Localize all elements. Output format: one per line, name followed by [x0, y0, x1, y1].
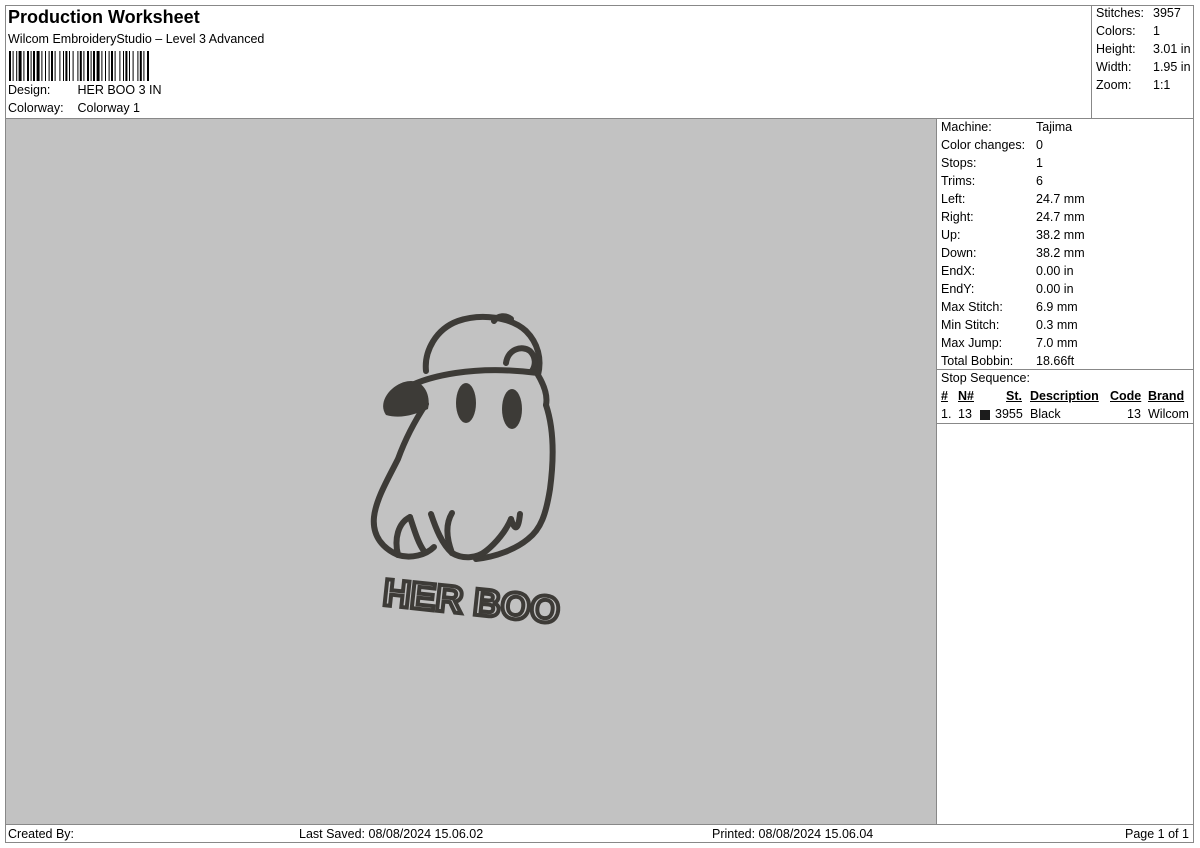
colorway-row: Colorway: Colorway 1 [8, 101, 140, 115]
design-row: Design: HER BOO 3 IN [8, 83, 162, 97]
machine-row: Color changes: 0 [941, 138, 1043, 152]
summary-row-width: Width: 1.95 in [1096, 60, 1191, 74]
machine-row: Total Bobbin: 18.66ft [941, 354, 1075, 368]
summary-row-zoom: Zoom: 1:1 [1096, 78, 1171, 92]
cap-brim [383, 381, 429, 417]
her-boo-text-left: HER BOO [381, 572, 562, 632]
thread-color-swatch [980, 410, 990, 420]
stop-sequence-header: # N# St. Description Code Brand [941, 389, 1185, 403]
machine-row: Max Jump: 7.0 mm [941, 336, 1078, 350]
printed-date: Printed: 08/08/2024 15.06.04 [712, 827, 874, 841]
ghost-right-eye [502, 389, 522, 429]
ghost-embroidery-artwork: HER BOO [370, 313, 564, 634]
summary-row-height: Height: 3.01 in [1096, 42, 1191, 56]
machine-row: EndY: 0.00 in [941, 282, 1074, 296]
barcode [9, 51, 149, 81]
software-subtitle: Wilcom EmbroideryStudio – Level 3 Advanc… [8, 32, 265, 46]
machine-row: Trims: 6 [941, 174, 1043, 188]
page-title: Production Worksheet [8, 7, 200, 27]
stop-table-divider [937, 423, 1194, 424]
ghost-outline [370, 313, 556, 562]
machine-row: Up: 38.2 mm [941, 228, 1085, 242]
summary-panel: Stitches: 3957 Colors: 1 Height: 3.01 in Wi… [1091, 5, 1194, 118]
ghost-left-eye [456, 383, 476, 423]
machine-row: Right: 24.7 mm [941, 210, 1085, 224]
colorway-label: Colorway: [8, 101, 64, 115]
colorway-value: Colorway 1 [77, 101, 141, 115]
worksheet-footer: Created By: Last Saved: 08/08/2024 15.06… [5, 824, 1194, 843]
machine-row: Machine: Tajima [941, 120, 1073, 134]
page-number: Page 1 of 1 [1125, 827, 1189, 841]
machine-row: Max Stitch: 6.9 mm [941, 300, 1078, 314]
stop-sequence-title: Stop Sequence: [941, 371, 1030, 385]
design-preview: HER BOO [6, 119, 936, 824]
worksheet-header: Production Worksheet Wilcom EmbroiderySt… [5, 5, 1091, 118]
machine-info-panel: Machine: Tajima Color changes: 0 Stops: 1 Trim… [936, 119, 1194, 824]
machine-row: EndX: 0.00 in [941, 264, 1074, 278]
machine-row: Min Stitch: 0.3 mm [941, 318, 1078, 332]
stop-sequence-divider [937, 369, 1194, 370]
design-label: Design: [8, 83, 51, 97]
created-by: Created By: [8, 827, 75, 841]
machine-row: Stops: 1 [941, 156, 1043, 170]
last-saved: Last Saved: 08/08/2024 15.06.02 [299, 827, 484, 841]
summary-row-stitches: Stitches: 3957 [1096, 6, 1181, 20]
machine-row: Down: 38.2 mm [941, 246, 1085, 260]
summary-row-colors: Colors: 1 [1096, 24, 1160, 38]
design-value: HER BOO 3 IN [77, 83, 162, 97]
machine-row: Left: 24.7 mm [941, 192, 1085, 206]
